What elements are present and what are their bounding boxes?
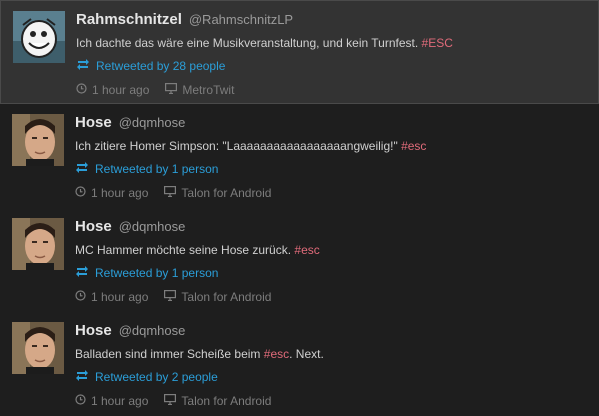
tweet-text: Ich zitiere Homer Simpson: "Laaaaaaaaaaa… [75,139,587,153]
tweet-item[interactable]: Rahmschnitzel @RahmschnitzLP Ich dachte … [0,0,599,104]
tweet-meta: 1 hour ago Talon for Android [75,290,587,304]
author-name[interactable]: Rahmschnitzel [76,11,182,28]
monitor-icon [164,290,177,304]
monitor-icon [165,83,178,97]
tweet-text: Ich dachte das wäre eine Musikveranstalt… [76,36,586,50]
tweet-text: MC Hammer möchte seine Hose zurück. #esc [75,243,587,257]
avatar[interactable] [12,322,64,374]
monitor-icon [164,394,177,408]
retweet-count-label[interactable]: Retweeted by 2 people [95,370,218,384]
avatar[interactable] [12,114,64,166]
clock-icon [75,186,86,200]
clock-icon [75,394,86,408]
retweet-count-label[interactable]: Retweeted by 28 people [96,59,225,73]
tweet-time[interactable]: 1 hour ago [91,186,148,200]
tweet-feed: Rahmschnitzel @RahmschnitzLP Ich dachte … [0,0,599,408]
tweet-body: Ich dachte das wäre eine Musikveranstalt… [76,36,419,50]
tweet-meta: 1 hour ago Talon for Android [75,394,587,408]
tweet-time[interactable]: 1 hour ago [91,394,148,408]
retweet-icon [75,162,89,176]
monitor-icon [164,186,177,200]
author-handle[interactable]: @dqmhose [119,219,186,234]
clock-icon [75,290,86,304]
author-name[interactable]: Hose [75,322,112,339]
avatar[interactable] [13,11,65,63]
tweet-meta: 1 hour ago Talon for Android [75,186,587,200]
hashtag-link[interactable]: #esc [294,243,319,257]
tweet-item[interactable]: Hose @dqmhose MC Hammer möchte seine Hos… [0,208,599,312]
author-name[interactable]: Hose [75,114,112,131]
hashtag-link[interactable]: #esc [401,139,426,153]
hashtag-link[interactable]: #esc [264,347,289,361]
author-handle[interactable]: @dqmhose [119,323,186,338]
tweet-client: Talon for Android [181,394,272,408]
tweet-text: Balladen sind immer Scheiße beim #esc. N… [75,347,587,361]
retweet-info[interactable]: Retweeted by 28 people [76,59,586,73]
retweet-info[interactable]: Retweeted by 1 person [75,266,587,280]
tweet-time[interactable]: 1 hour ago [92,83,149,97]
retweet-info[interactable]: Retweeted by 1 person [75,162,587,176]
retweet-count-label[interactable]: Retweeted by 1 person [95,162,218,176]
tweet-body-after: . Next. [289,347,324,361]
tweet-body: MC Hammer möchte seine Hose zurück. [75,243,292,257]
tweet-client: MetroTwit [182,83,235,97]
author-handle[interactable]: @RahmschnitzLP [189,12,293,27]
clock-icon [76,83,87,97]
tweet-body: Ich zitiere Homer Simpson: "Laaaaaaaaaaa… [75,139,398,153]
retweet-icon [75,266,89,280]
retweet-icon [75,370,89,384]
retweet-icon [76,59,90,73]
tweet-body: Balladen sind immer Scheiße beim [75,347,261,361]
hashtag-link[interactable]: #ESC [422,36,453,50]
tweet-meta: 1 hour ago MetroTwit [76,83,586,97]
tweet-item[interactable]: Hose @dqmhose Balladen sind immer Scheiß… [0,312,599,416]
tweet-item[interactable]: Hose @dqmhose Ich zitiere Homer Simpson:… [0,104,599,208]
avatar[interactable] [12,218,64,270]
retweet-count-label[interactable]: Retweeted by 1 person [95,266,218,280]
author-handle[interactable]: @dqmhose [119,115,186,130]
retweet-info[interactable]: Retweeted by 2 people [75,370,587,384]
tweet-time[interactable]: 1 hour ago [91,290,148,304]
tweet-client: Talon for Android [181,290,272,304]
author-name[interactable]: Hose [75,218,112,235]
tweet-client: Talon for Android [181,186,272,200]
